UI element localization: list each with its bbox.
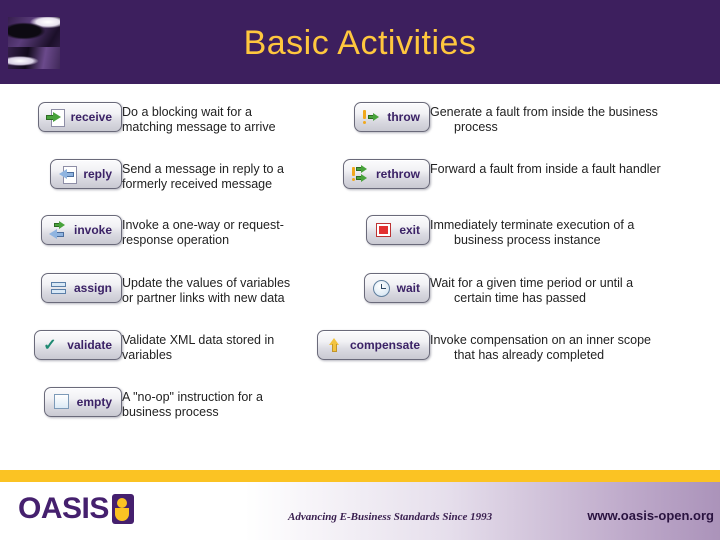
desc-line-1: A "no-op" instruction for a: [122, 390, 263, 404]
reply-description: Send a message in reply to a formerly re…: [122, 159, 332, 192]
receive-button-label: receive: [70, 110, 112, 124]
wait-clock-icon: [372, 279, 391, 298]
throw-button[interactable]: throw: [354, 102, 430, 132]
invoke-two-arrows-icon: [48, 220, 68, 240]
throw-description: Generate a fault from inside the busines…: [430, 102, 720, 135]
button-cell: rethrow: [330, 159, 430, 189]
throw-fault-arrow-icon: [362, 108, 381, 127]
oasis-logo: OASIS: [18, 494, 134, 524]
compensate-description: Invoke compensation on an inner scope th…: [430, 330, 720, 363]
reply-arrow-icon: [58, 165, 78, 184]
desc-line-1: Send a message in reply to a: [122, 162, 284, 176]
desc-line-2: business process instance: [454, 233, 601, 247]
receive-description: Do a blocking wait for a matching messag…: [122, 102, 332, 135]
slide-body: receive Do a blocking wait for a matchin…: [0, 84, 720, 470]
button-cell: assign: [22, 273, 122, 303]
assign-button[interactable]: assign: [40, 273, 122, 303]
button-cell: ✓ validate: [22, 330, 122, 360]
desc-line-2: matching message to arrive: [122, 120, 276, 134]
desc-line-1: Validate XML data stored in: [122, 333, 275, 347]
activity-row-invoke: invoke Invoke a one-way or request- resp…: [22, 215, 332, 248]
activity-row-exit: exit Immediately terminate execution of …: [330, 215, 720, 248]
wait-description: Wait for a given time period or until a …: [430, 273, 720, 306]
desc-line-2: variables: [122, 348, 173, 362]
page-title: Basic Activities: [243, 24, 477, 62]
activity-row-compensate: compensate Invoke compensation on an inn…: [316, 330, 720, 363]
button-cell: wait: [330, 273, 430, 303]
activity-row-validate: ✓ validate Validate XML data stored in v…: [22, 330, 332, 363]
exit-button[interactable]: exit: [366, 215, 430, 245]
empty-square-icon: [52, 393, 71, 412]
footer-url[interactable]: www.oasis-open.org: [587, 508, 714, 523]
desc-line-2: process: [454, 120, 498, 134]
desc-line-1: Do a blocking wait for a: [122, 105, 252, 119]
button-cell: compensate: [316, 330, 430, 360]
assign-description: Update the values of variables or partne…: [122, 273, 332, 306]
desc-line-1: Forward a fault from inside a fault hand…: [430, 162, 661, 176]
desc-line-2: that has already completed: [454, 348, 605, 362]
desc-line-2: business process: [122, 405, 219, 419]
button-cell: reply: [22, 159, 122, 189]
oasis-glyph-icon: [111, 494, 134, 524]
empty-button[interactable]: empty: [43, 387, 122, 417]
exit-description: Immediately terminate execution of a bus…: [430, 215, 720, 248]
exit-stop-square-icon: [374, 221, 393, 240]
validate-check-icon: ✓: [43, 336, 57, 354]
rethrow-button-label: rethrow: [375, 167, 420, 181]
activity-row-assign: assign Update the values of variables or…: [22, 273, 332, 306]
reply-button-label: reply: [83, 167, 112, 181]
validate-button-label: validate: [67, 338, 112, 352]
assign-bars-icon: [49, 279, 68, 298]
compensate-up-arrow-icon: [325, 336, 344, 355]
button-cell: invoke: [22, 215, 122, 245]
exit-button-label: exit: [399, 223, 420, 237]
slide-header: Basic Activities: [0, 0, 720, 84]
activity-row-throw: throw Generate a fault from inside the b…: [330, 102, 720, 135]
desc-line-2: certain time has passed: [454, 291, 587, 305]
wait-button[interactable]: wait: [363, 273, 430, 303]
receive-button[interactable]: receive: [37, 102, 122, 132]
desc-line-1: Invoke a one-way or request-: [122, 218, 284, 232]
activity-row-receive: receive Do a blocking wait for a matchin…: [22, 102, 332, 135]
desc-line-1: Wait for a given time period or until a: [430, 276, 634, 290]
invoke-button-label: invoke: [73, 223, 112, 237]
desc-line-1: Generate a fault from inside the busines…: [430, 105, 658, 119]
activity-row-wait: wait Wait for a given time period or unt…: [330, 273, 720, 306]
validate-description: Validate XML data stored in variables: [122, 330, 332, 363]
accent-divider-bar: [0, 470, 720, 482]
desc-line-1: Update the values of variables: [122, 276, 291, 290]
activity-row-reply: reply Send a message in reply to a forme…: [22, 159, 332, 192]
wait-button-label: wait: [396, 281, 420, 295]
footer-tagline: Advancing E-Business Standards Since 199…: [288, 511, 493, 523]
receive-arrow-icon: [45, 108, 65, 127]
rethrow-button[interactable]: rethrow: [342, 159, 430, 189]
desc-line-2: response operation: [122, 233, 230, 247]
rethrow-description: Forward a fault from inside a fault hand…: [430, 159, 720, 177]
slide-footer: OASIS Advancing E-Business Standards Sin…: [0, 482, 720, 540]
validate-button[interactable]: ✓ validate: [34, 330, 122, 360]
desc-line-1: Invoke compensation on an inner scope: [430, 333, 651, 347]
assign-button-label: assign: [73, 281, 112, 295]
oasis-wordmark: OASIS: [18, 492, 109, 525]
desc-line-2: or partner links with new data: [122, 291, 285, 305]
reply-button[interactable]: reply: [50, 159, 122, 189]
empty-button-label: empty: [76, 395, 112, 409]
button-cell: empty: [22, 387, 122, 417]
compensate-button[interactable]: compensate: [316, 330, 430, 360]
button-cell: throw: [330, 102, 430, 132]
throw-button-label: throw: [387, 110, 420, 124]
empty-description: A "no-op" instruction for a business pro…: [122, 387, 332, 420]
button-cell: receive: [22, 102, 122, 132]
desc-line-1: Immediately terminate execution of a: [430, 218, 635, 232]
rethrow-fault-arrows-icon: [351, 164, 370, 184]
activity-row-rethrow: rethrow Forward a fault from inside a fa…: [330, 159, 720, 189]
desc-line-2: formerly received message: [122, 177, 273, 191]
compensate-button-label: compensate: [349, 338, 420, 352]
button-cell: exit: [330, 215, 430, 245]
invoke-description: Invoke a one-way or request- response op…: [122, 215, 332, 248]
activity-row-empty: empty A "no-op" instruction for a busine…: [22, 387, 332, 420]
invoke-button[interactable]: invoke: [40, 215, 122, 245]
